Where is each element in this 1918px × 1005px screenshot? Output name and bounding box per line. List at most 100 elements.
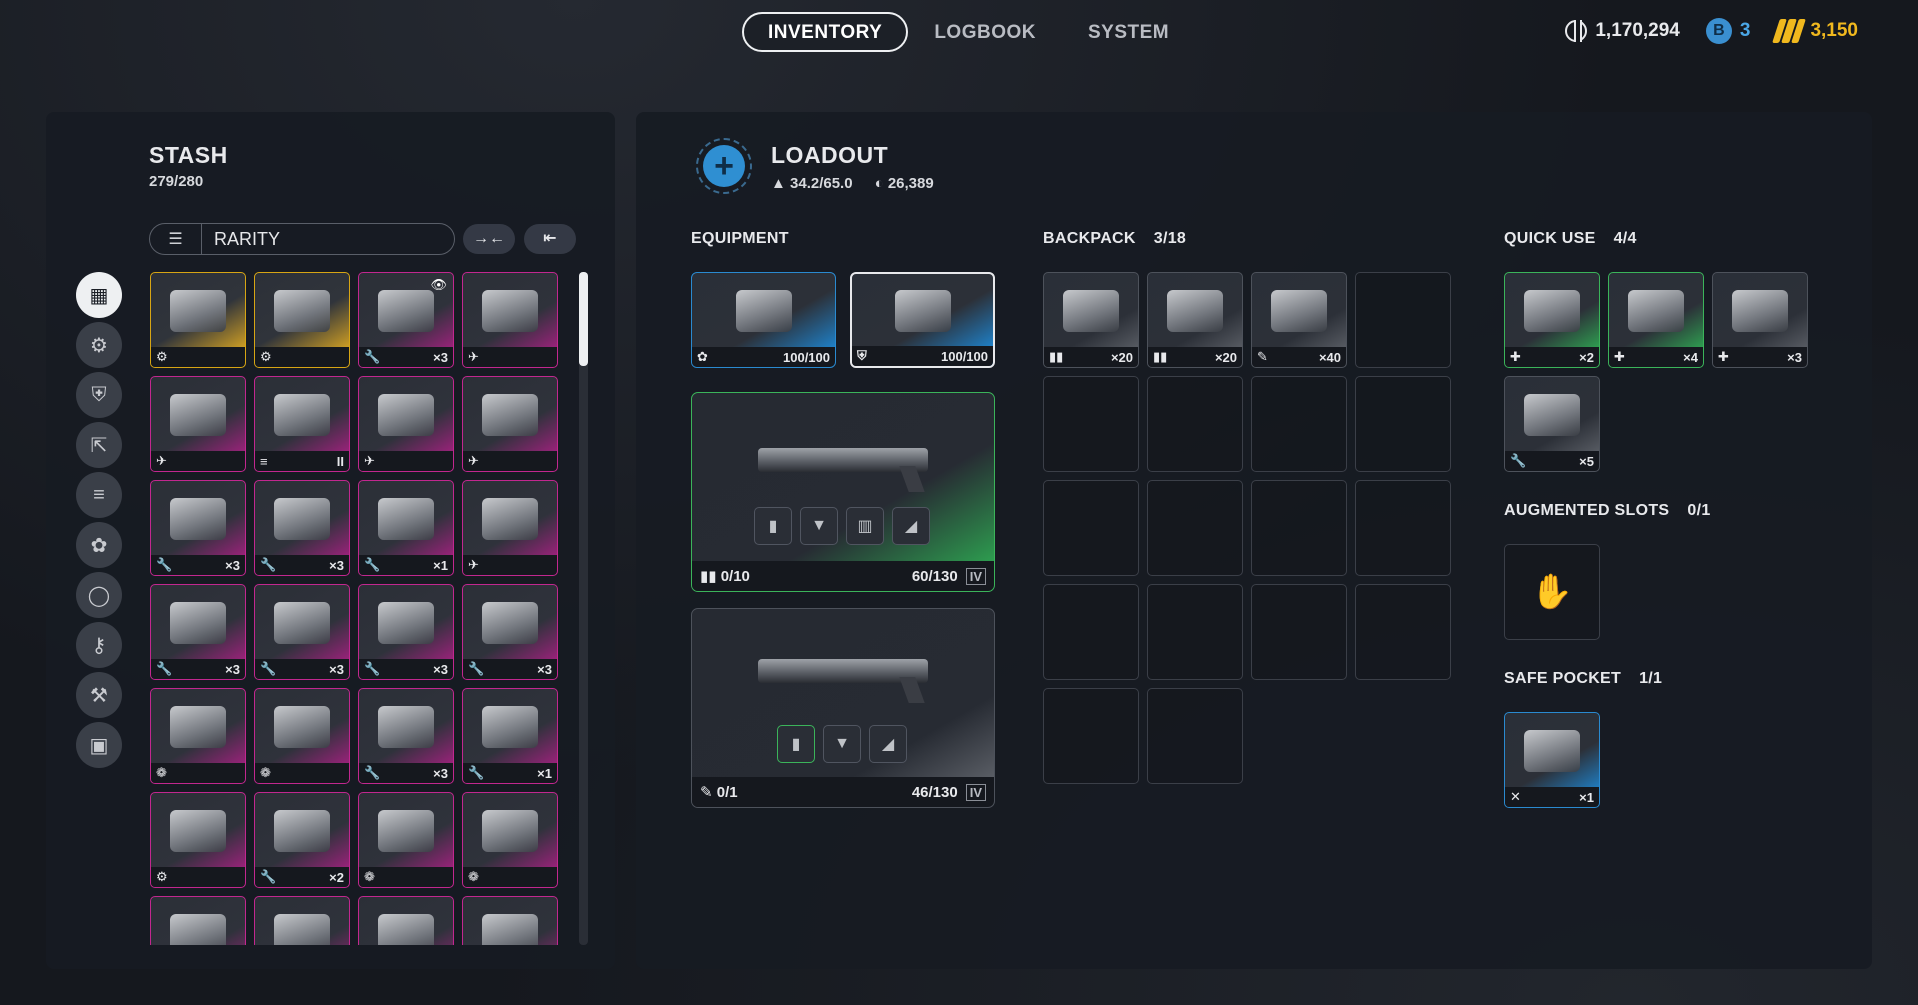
backpack-item[interactable]: ▮▮ ×20	[1147, 272, 1243, 368]
stash-item[interactable]	[254, 896, 350, 945]
stash-item[interactable]: ⚙	[150, 272, 246, 368]
stash-item[interactable]: ⚙	[150, 792, 246, 888]
stash-item[interactable]: ✈	[462, 272, 558, 368]
stash-item[interactable]: ❁	[462, 792, 558, 888]
backpack-empty-slot[interactable]	[1251, 376, 1347, 472]
rarity-filter[interactable]: ☰ RARITY	[149, 223, 455, 255]
stash-item[interactable]: 🔧 ×3	[150, 584, 246, 680]
backpack-empty-slot[interactable]	[1147, 584, 1243, 680]
stash-item[interactable]: 🔧 ×1	[462, 688, 558, 784]
tab-logbook[interactable]: LOGBOOK	[908, 12, 1062, 52]
item-art-icon	[482, 289, 538, 332]
item-count: ×3	[329, 557, 344, 573]
weapon1-tier: IV	[965, 567, 986, 585]
backpack-empty-slot[interactable]	[1355, 376, 1451, 472]
stash-item[interactable]	[150, 896, 246, 945]
item-art-icon	[170, 497, 226, 540]
shield-item-icon	[894, 289, 951, 332]
category-shield-icon[interactable]: ⛨	[76, 372, 122, 418]
ammo-type-icon: ✎	[1257, 349, 1268, 364]
backpack-empty-slot[interactable]	[1043, 376, 1139, 472]
backpack-empty-slot[interactable]	[1251, 584, 1347, 680]
blue-value: 3	[1739, 20, 1751, 41]
backpack-empty-slot[interactable]	[1355, 480, 1451, 576]
safe-pocket-slot[interactable]: ✕ ×1	[1504, 712, 1600, 808]
category-gadgets-icon[interactable]: ✿	[76, 522, 122, 568]
mod-magazine-icon[interactable]: ▥	[846, 507, 884, 545]
stash-item[interactable]: ❁	[254, 688, 350, 784]
item-type-icon: ❁	[364, 869, 375, 884]
quick-use-item[interactable]: ✚ ×4	[1608, 272, 1704, 368]
category-materials-icon[interactable]: ⚒	[76, 672, 122, 718]
tab-inventory[interactable]: INVENTORY	[742, 12, 909, 52]
stash-item[interactable]: ✈	[358, 376, 454, 472]
item-type-icon: 🔧	[156, 557, 173, 572]
stash-item[interactable]: 🔧 ×3	[462, 584, 558, 680]
weapon-slot-1[interactable]: ▮ ▼ ▥ ◢ ▮▮ 0/10 60/130 IV	[691, 392, 995, 592]
weapon2-ammo: 0/1	[716, 784, 738, 801]
equipment-slot-augment[interactable]: ✿ 100/100	[691, 272, 836, 368]
backpack-empty-slot[interactable]	[1147, 376, 1243, 472]
item-art-icon	[482, 497, 538, 540]
category-misc-icon[interactable]: ▣	[76, 722, 122, 768]
category-all-icon[interactable]: ▦	[76, 272, 122, 318]
category-augment-icon[interactable]: ◯	[76, 572, 122, 618]
mod-stock-icon[interactable]: ◢	[869, 725, 907, 763]
sort-button[interactable]: ⇤	[524, 224, 576, 254]
stash-item[interactable]: ❁	[358, 792, 454, 888]
stash-item[interactable]: ✈	[462, 480, 558, 576]
backpack-empty-slot[interactable]	[1147, 480, 1243, 576]
filter-icon: ☰	[150, 224, 202, 254]
augmented-slot[interactable]: ✋	[1504, 544, 1600, 640]
stash-item[interactable]: ≡ II	[254, 376, 350, 472]
stash-item[interactable]: 🔧 ×2	[254, 792, 350, 888]
stash-item[interactable]: ⚙	[254, 272, 350, 368]
stash-panel: STASH 279/280 ☰ RARITY →← ⇤ ▦ ⚙ ⛨ ⇱ ≡ ✿ …	[46, 112, 615, 969]
scroll-thumb[interactable]	[579, 272, 588, 366]
backpack-empty-slot[interactable]	[1355, 272, 1451, 368]
stash-item[interactable]: 🔧 ×3	[358, 688, 454, 784]
mod-muzzle-icon[interactable]: ▮	[754, 507, 792, 545]
mod-grip-icon[interactable]: ▼	[823, 725, 861, 763]
mod-stock-icon[interactable]: ◢	[892, 507, 930, 545]
stash-item[interactable]: ✈	[150, 376, 246, 472]
category-weapons-icon[interactable]: ⇱	[76, 422, 122, 468]
stash-item[interactable]: 🔧 ×3	[254, 584, 350, 680]
collapse-button[interactable]: →←	[463, 224, 515, 254]
stash-item[interactable]: 🔧 ×3	[150, 480, 246, 576]
category-mods-icon[interactable]: ⚙	[76, 322, 122, 368]
category-keys-icon[interactable]: ⚷	[76, 622, 122, 668]
stash-item[interactable]: ✈	[462, 376, 558, 472]
backpack-empty-slot[interactable]	[1251, 480, 1347, 576]
stash-scrollbar[interactable]	[579, 272, 588, 945]
quick-use-item[interactable]: 🔧 ×5	[1504, 376, 1600, 472]
backpack-empty-slot[interactable]	[1043, 584, 1139, 680]
quick-use-item[interactable]: ✚ ×3	[1712, 272, 1808, 368]
backpack-empty-slot[interactable]	[1043, 688, 1139, 784]
stash-item[interactable]	[462, 896, 558, 945]
item-art-icon	[378, 601, 434, 644]
category-ammo-icon[interactable]: ≡	[76, 472, 122, 518]
weapon-slot-2[interactable]: ▮ ▼ ◢ ✎ 0/1 46/130 IV	[691, 608, 995, 808]
quick-use-item[interactable]: ✚ ×2	[1504, 272, 1600, 368]
backpack-item[interactable]: ✎ ×40	[1251, 272, 1347, 368]
loadout-panel: + LOADOUT ▲ 34.2/65.0 ◐ 26,389 EQUIPMENT…	[636, 112, 1872, 969]
medic-class-icon: +	[696, 138, 752, 194]
backpack-empty-slot[interactable]	[1043, 480, 1139, 576]
stash-item[interactable]: 🔧 ×3	[254, 480, 350, 576]
backpack-empty-slot[interactable]	[1355, 584, 1451, 680]
stash-item[interactable]: 🔧 ×3	[358, 584, 454, 680]
backpack-item[interactable]: ▮▮ ×20	[1043, 272, 1139, 368]
tab-system[interactable]: SYSTEM	[1062, 12, 1195, 52]
ammo-type-icon: ▮▮	[1049, 349, 1064, 364]
equipment-slot-shield[interactable]: ⛨ 100/100	[850, 272, 995, 368]
backpack-empty-slot[interactable]	[1147, 688, 1243, 784]
backpack-header: BACKPACK 3/18	[1043, 230, 1186, 248]
item-type-icon: ✈	[468, 349, 479, 364]
stash-item[interactable]: ❁	[150, 688, 246, 784]
stash-item[interactable]	[358, 896, 454, 945]
mod-grip-icon[interactable]: ▼	[800, 507, 838, 545]
stash-item[interactable]: 👁 🔧 ×3	[358, 272, 454, 368]
stash-item[interactable]: 🔧 ×1	[358, 480, 454, 576]
mod-muzzle-icon[interactable]: ▮	[777, 725, 815, 763]
